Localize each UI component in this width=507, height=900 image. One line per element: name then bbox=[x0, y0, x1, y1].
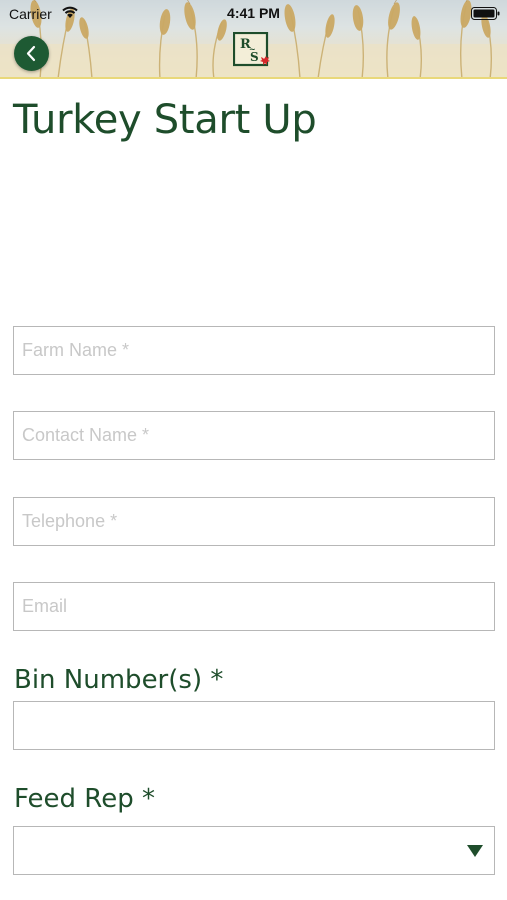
bin-numbers-label: Bin Number(s) * bbox=[14, 665, 224, 695]
feed-rep-label: Feed Rep * bbox=[14, 784, 155, 814]
page-title: Turkey Start Up bbox=[13, 97, 317, 143]
logo-letter-s: S bbox=[250, 50, 259, 64]
email-field[interactable] bbox=[13, 582, 495, 631]
battery-icon bbox=[471, 7, 500, 20]
app-screen: Carrier 4:41 PM R ~ S Turkey Start Up Fa… bbox=[0, 0, 507, 900]
triangle-down-icon bbox=[467, 845, 483, 857]
back-button[interactable] bbox=[14, 36, 49, 71]
header-bar: Carrier 4:41 PM R ~ S bbox=[0, 0, 507, 79]
status-bar: Carrier 4:41 PM bbox=[0, 0, 507, 26]
telephone-field[interactable] bbox=[13, 497, 495, 546]
farm-name-field[interactable] bbox=[13, 326, 495, 375]
contact-name-field[interactable] bbox=[13, 411, 495, 460]
feed-rep-select[interactable] bbox=[13, 826, 495, 875]
chevron-left-icon bbox=[26, 45, 36, 62]
bin-numbers-field[interactable] bbox=[13, 701, 495, 750]
company-logo: R ~ S bbox=[233, 32, 270, 67]
status-time: 4:41 PM bbox=[227, 5, 280, 21]
